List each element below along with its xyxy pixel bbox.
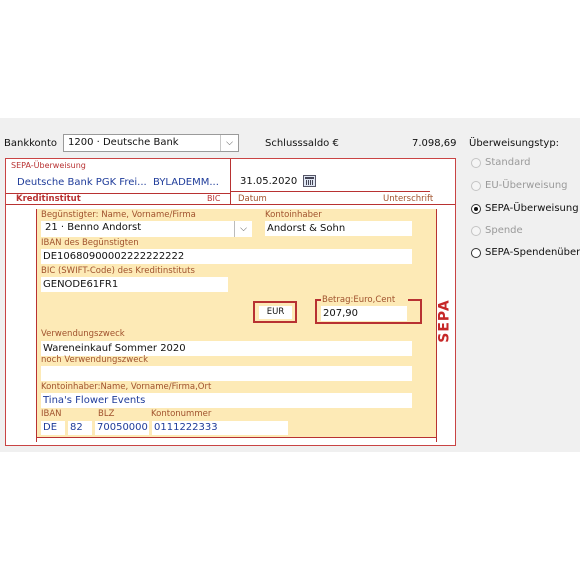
divider [6, 204, 455, 205]
iban-country-field[interactable]: DE [41, 421, 65, 435]
radio-label-standard: Standard [485, 157, 531, 168]
verwendungszweck-label: Verwendungszweck [41, 329, 125, 339]
chevron-down-icon[interactable]: ⌵ [220, 135, 238, 151]
bank-bic: BYLADEMM... [153, 177, 219, 188]
kontonummer-field[interactable]: 0111222333 [152, 421, 288, 435]
schlusssaldo-value: 7.098,69 [412, 138, 457, 149]
sepa-title: SEPA-Überweisung [11, 161, 86, 170]
iban-check-field[interactable]: 82 [68, 421, 92, 435]
betrag-field[interactable]: 207,90 [321, 306, 407, 321]
form-body: Begünstigter: Name, Vorname/Firma 21 · B… [36, 209, 437, 437]
chevron-down-icon[interactable]: ⌵ [234, 221, 252, 237]
radio-label-eu-ueberweisung: EU-Überweisung [485, 180, 568, 191]
radio-label-spende: Spende [485, 225, 523, 236]
radio-eu-ueberweisung[interactable] [471, 181, 481, 191]
calendar-icon[interactable] [303, 175, 316, 187]
beguenstigter-label: Begünstigter: Name, Vorname/Firma [41, 210, 196, 220]
noch-verwendungszweck-field[interactable] [41, 366, 412, 381]
date-field[interactable]: 31.05.2020 [238, 174, 308, 190]
radio-spende[interactable] [471, 226, 481, 236]
blz-col-label: BLZ [98, 409, 115, 419]
bankkonto-value: 1200 · Deutsche Bank [68, 137, 179, 148]
iban-col-label: IBAN [41, 409, 62, 419]
radio-label-sepa-spendenueberweisung: SEPA-Spendenüberw [485, 247, 580, 258]
kontonummer-col-label: Kontonummer [151, 409, 212, 419]
beguenstigter-select[interactable]: 21 · Benno Andorst ⌵ [41, 221, 252, 237]
kontoinhaber2-label: Kontoinhaber:Name, Vorname/Firma,Ort [41, 382, 212, 392]
bic-field-label: BIC (SWIFT-Code) des Kreditinstituts [41, 266, 195, 276]
kreditinstitut-label: Kreditinstitut [16, 194, 81, 204]
datum-label: Datum [238, 194, 267, 204]
sepa-side-label-wrap: SEPA [435, 291, 455, 351]
divider [36, 437, 437, 438]
radio-label-sepa-ueberweisung: SEPA-Überweisung [485, 203, 579, 214]
kontoinhaber2-field[interactable]: Tina's Flower Events [41, 393, 412, 408]
divider [230, 159, 231, 204]
schlusssaldo-label: Schlusssaldo € [265, 138, 339, 149]
unterschrift-label: Unterschrift [383, 194, 434, 204]
kontoinhaber-label: Kontoinhaber [265, 210, 322, 220]
beguenstigter-value: 21 · Benno Andorst [45, 222, 142, 233]
divider [408, 299, 422, 301]
transfer-type-title: Überweisungstyp: [469, 138, 560, 149]
transfer-slip: SEPA-Überweisung Deutsche Bank PGK Frei.… [5, 158, 456, 446]
currency-box: EUR [253, 301, 297, 323]
sepa-side-label: SEPA [437, 299, 453, 343]
bic-field[interactable]: GENODE61FR1 [41, 277, 228, 292]
iban-label: IBAN des Begünstigten [41, 238, 139, 248]
divider [230, 191, 430, 192]
currency-value: EUR [259, 306, 292, 319]
blz-field[interactable]: 70050000 [95, 421, 149, 435]
kontoinhaber-field[interactable]: Andorst & Sohn [265, 221, 412, 236]
bic-label: BIC [207, 194, 221, 203]
bankkonto-label: Bankkonto [4, 138, 58, 149]
iban-field[interactable]: DE10680900002222222222 [41, 249, 412, 264]
divider [36, 209, 37, 442]
radio-standard[interactable] [471, 158, 481, 168]
divider [315, 299, 321, 301]
betrag-label: Betrag:Euro,Cent [322, 295, 396, 305]
divider [436, 209, 437, 442]
bankkonto-select[interactable]: 1200 · Deutsche Bank ⌵ [63, 134, 239, 152]
noch-verwendungszweck-label: noch Verwendungszweck [41, 355, 149, 365]
bank-name: Deutsche Bank PGK Frei... [17, 177, 147, 188]
radio-sepa-spendenueberweisung[interactable] [471, 248, 481, 258]
radio-sepa-ueberweisung[interactable] [471, 204, 481, 214]
verwendungszweck-field[interactable]: Wareneinkauf Sommer 2020 [41, 341, 412, 356]
